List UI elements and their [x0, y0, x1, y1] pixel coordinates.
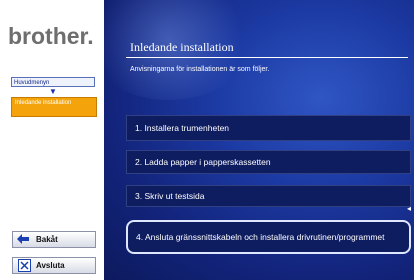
option-load-paper[interactable]: 2. Ladda papper i papperskassetten — [126, 150, 411, 174]
page-title: Inledande installation — [130, 40, 234, 54]
brother-logo: brother. — [8, 23, 94, 49]
title-divider — [126, 57, 408, 58]
option-install-drum[interactable]: 1. Installera trumenheten — [126, 115, 411, 141]
option-label: 1. Installera trumenheten — [135, 123, 230, 133]
back-arrow-icon — [17, 233, 31, 246]
option-label: 3. Skriv ut testsida — [135, 191, 205, 201]
option-label: 2. Ladda papper i papperskassetten — [135, 157, 271, 167]
option-label: 4. Ansluta gränssnittskabeln och install… — [136, 231, 385, 242]
option-connect-cable-install-driver[interactable]: 4. Ansluta gränssnittskabeln och install… — [126, 220, 411, 254]
exit-button[interactable]: Avsluta — [12, 257, 96, 274]
arrow-down-icon: ▼ — [49, 87, 57, 96]
logo-text: brother. — [8, 23, 94, 49]
page-subtitle: Anvisningarna för installationen är som … — [130, 66, 270, 73]
exit-button-label: Avsluta — [36, 261, 65, 270]
sidebar: brother. Huvudmenyn ▼ Inledande installa… — [0, 0, 104, 280]
back-button[interactable]: Bakåt — [12, 231, 96, 248]
main-menu-link[interactable]: Huvudmenyn — [11, 77, 95, 87]
cursor-pointer-icon: ◂ — [407, 204, 412, 213]
current-section-indicator: Inledande installation — [11, 97, 97, 117]
back-button-label: Bakåt — [36, 235, 58, 244]
exit-icon — [17, 259, 31, 272]
main-panel: Inledande installation Anvisningarna för… — [104, 0, 414, 280]
option-print-test-page[interactable]: 3. Skriv ut testsida — [126, 185, 411, 207]
